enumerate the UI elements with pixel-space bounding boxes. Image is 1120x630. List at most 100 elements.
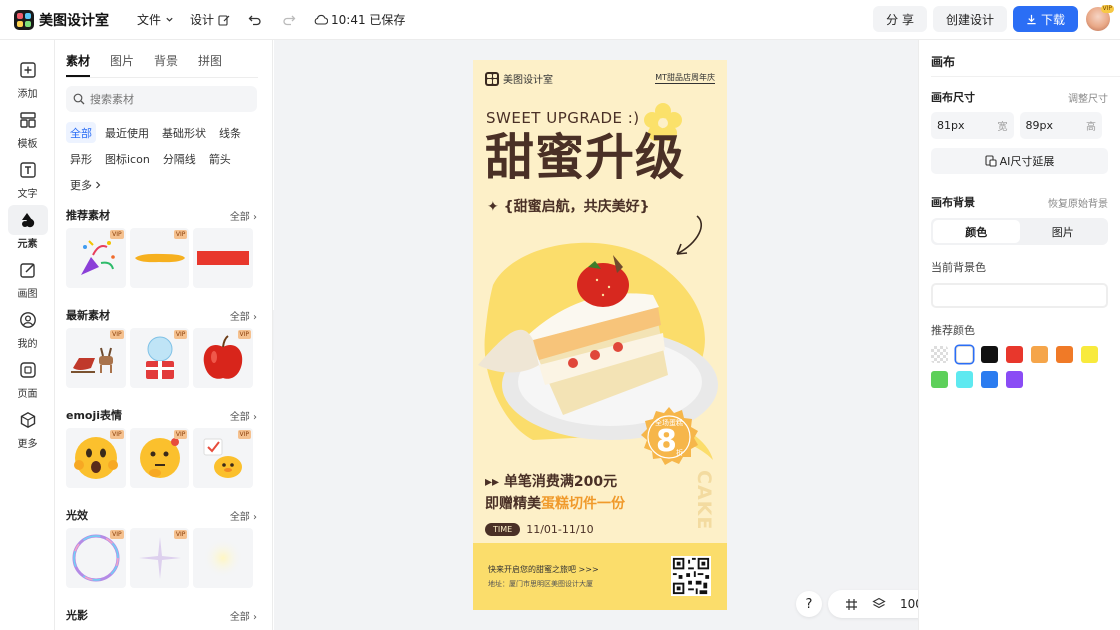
poster-offer-line2[interactable]: 即赠精美蛋糕切件一份 xyxy=(485,493,625,513)
design-canvas[interactable]: 美图设计室 MT甜品店周年庆 SWEET UPGRADE :) 甜蜜升级 ✦ {… xyxy=(473,60,727,610)
search-box[interactable] xyxy=(66,86,257,112)
rail-item-more[interactable]: 更多 xyxy=(0,402,55,452)
canvas-stage[interactable]: 美图设计室 MT甜品店周年庆 SWEET UPGRADE :) 甜蜜升级 ✦ {… xyxy=(274,40,952,630)
file-menu[interactable]: 文件 xyxy=(137,11,174,28)
ai-resize-label: AI尺寸延展 xyxy=(999,155,1055,168)
see-all-link[interactable]: 全部 › xyxy=(230,308,257,323)
chip-arrows[interactable]: 箭头 xyxy=(205,148,235,169)
color-swatch[interactable] xyxy=(1031,346,1048,363)
poster-brand-text: 美图设计室 xyxy=(503,75,553,86)
poster-brand[interactable]: 美图设计室 xyxy=(485,71,553,86)
color-swatch[interactable] xyxy=(981,371,998,388)
create-design-button[interactable]: 创建设计 xyxy=(932,6,1007,32)
color-swatch[interactable] xyxy=(1056,346,1073,363)
restore-bg-link[interactable]: 恢复原始背景 xyxy=(1048,195,1108,210)
download-button[interactable]: 下载 xyxy=(1012,6,1078,32)
asset-thumb[interactable]: VIP xyxy=(129,428,190,488)
bg-image-option[interactable]: 图片 xyxy=(1020,220,1107,243)
chip-all[interactable]: 全部 xyxy=(66,122,96,143)
see-all-link[interactable]: 全部 › xyxy=(230,508,257,523)
color-swatch[interactable] xyxy=(981,346,998,363)
grid-button[interactable] xyxy=(845,598,858,611)
rail-item-text[interactable]: 文字 xyxy=(0,152,55,202)
poster-tag[interactable]: MT甜品店周年庆 xyxy=(655,72,715,84)
rail-label: 添加 xyxy=(17,88,38,100)
draw-icon xyxy=(19,262,35,278)
chip-basic-shapes[interactable]: 基础形状 xyxy=(158,122,210,143)
thumb-row: VIP VIP VIP xyxy=(66,328,257,388)
color-swatch[interactable] xyxy=(1006,346,1023,363)
tab-collage[interactable]: 拼图 xyxy=(198,52,222,77)
vip-badge: VIP xyxy=(173,530,188,539)
qr-code-icon[interactable] xyxy=(671,556,711,596)
tab-materials[interactable]: 素材 xyxy=(66,52,91,77)
undo-button[interactable] xyxy=(246,11,264,29)
avatar-vip-badge: VIP xyxy=(1100,5,1114,13)
chip-recent[interactable]: 最近使用 xyxy=(101,122,153,143)
color-swatch[interactable] xyxy=(1006,371,1023,388)
color-swatch[interactable] xyxy=(931,371,948,388)
width-field[interactable]: 81px 宽 xyxy=(931,112,1014,139)
avatar[interactable]: VIP xyxy=(1086,5,1114,31)
poster-offer-line1[interactable]: ▸▸ 单笔消费满200元 xyxy=(485,471,617,491)
poster-time[interactable]: TIME 11/01-11/10 xyxy=(485,523,594,536)
rail-item-elements[interactable]: 元素 xyxy=(0,202,55,252)
poster-footer[interactable]: 快来开启您的甜蜜之旅吧 >>> 地址：厦门市思明区美图设计大厦 xyxy=(473,543,727,610)
rail-label: 我的 xyxy=(17,338,38,350)
color-swatch[interactable] xyxy=(956,346,973,363)
chip-icons[interactable]: 图标icon xyxy=(101,148,154,169)
asset-thumb[interactable]: VIP xyxy=(193,428,254,488)
resize-link[interactable]: 调整尺寸 xyxy=(1068,90,1108,105)
ai-resize-button[interactable]: AI尺寸延展 xyxy=(931,148,1108,174)
asset-thumb[interactable]: VIP xyxy=(129,528,190,588)
asset-thumb[interactable]: VIP xyxy=(66,328,126,388)
share-button[interactable]: 分 享 xyxy=(873,6,927,32)
rail-item-template[interactable]: 模板 xyxy=(0,102,55,152)
poster-subtitle-en[interactable]: SWEET UPGRADE :) xyxy=(486,109,640,127)
rail-item-mine[interactable]: 我的 xyxy=(0,302,55,352)
layers-button[interactable] xyxy=(872,597,886,611)
asset-thumb[interactable]: VIP xyxy=(129,228,190,288)
asset-thumb[interactable]: VIP xyxy=(66,228,126,288)
chip-lines[interactable]: 线条 xyxy=(215,122,245,143)
see-all-link[interactable]: 全部 › xyxy=(230,408,257,423)
asset-thumb[interactable]: VIP xyxy=(193,328,254,388)
rail-item-draw[interactable]: 画图 xyxy=(0,252,55,302)
help-button[interactable]: ? xyxy=(796,591,822,617)
color-swatch[interactable] xyxy=(956,371,973,388)
section-header: 推荐素材 全部 › xyxy=(66,206,257,224)
thumb-row: VIP VIP VIP xyxy=(66,428,257,488)
snow-globe-gift-icon xyxy=(145,336,174,379)
poster-subline[interactable]: ✦ {甜蜜启航，共庆美好} xyxy=(487,196,650,216)
see-all-link[interactable]: 全部 › xyxy=(230,208,257,223)
search-input[interactable] xyxy=(90,92,240,106)
rail-item-add[interactable]: 添加 xyxy=(0,52,55,102)
shocked-emoji-icon xyxy=(73,437,118,479)
asset-thumb[interactable]: VIP xyxy=(129,328,190,388)
color-swatch[interactable] xyxy=(1081,346,1098,363)
chip-dividers[interactable]: 分隔线 xyxy=(159,148,200,169)
category-chips: 全部 最近使用 基础形状 线条 异形 图标icon 分隔线 箭头 更多 xyxy=(66,122,271,200)
app-logo[interactable]: 美图设计室 xyxy=(14,9,109,30)
color-swatch[interactable] xyxy=(931,346,948,363)
height-field[interactable]: 89px 高 xyxy=(1019,112,1102,139)
time-dates: 11/01-11/10 xyxy=(526,523,594,536)
chip-more[interactable]: 更多 xyxy=(66,174,106,195)
asset-thumb[interactable]: VIP xyxy=(66,428,126,488)
see-all-link[interactable]: 全部 › xyxy=(230,608,257,623)
bg-color-option[interactable]: 颜色 xyxy=(933,220,1020,243)
redo-button[interactable] xyxy=(280,11,298,29)
canvas-size-label: 画布尺寸 xyxy=(931,91,975,104)
tab-backgrounds[interactable]: 背景 xyxy=(154,52,178,77)
chip-irregular[interactable]: 异形 xyxy=(66,148,96,169)
asset-thumb[interactable] xyxy=(193,228,254,288)
asset-thumb[interactable] xyxy=(193,528,254,588)
design-menu[interactable]: 设计 xyxy=(190,11,230,28)
rail-item-page[interactable]: 页面 xyxy=(0,352,55,402)
tab-images[interactable]: 图片 xyxy=(110,52,134,77)
poster-headline[interactable]: 甜蜜升级 xyxy=(485,130,685,186)
asset-thumb[interactable]: VIP xyxy=(66,528,126,588)
download-label: 下载 xyxy=(1040,12,1065,27)
current-bg-color[interactable] xyxy=(931,283,1108,308)
poster-vertical-text[interactable]: CAKE xyxy=(693,470,715,530)
